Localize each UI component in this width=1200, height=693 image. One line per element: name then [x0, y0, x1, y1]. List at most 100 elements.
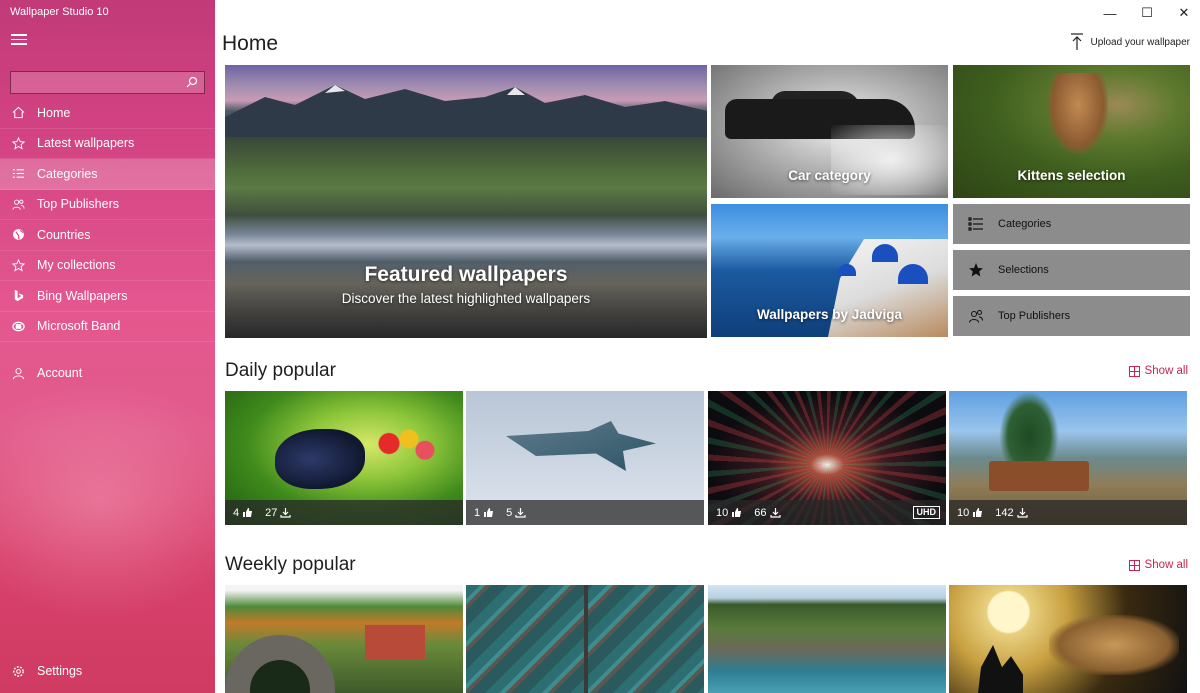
person-icon — [0, 367, 37, 380]
categories-button-label: Categories — [998, 218, 1052, 230]
sidebar-item-label: Home — [37, 105, 71, 120]
show-all-label: Show all — [1144, 559, 1188, 571]
settings-section: Settings — [0, 656, 215, 687]
band-icon — [0, 320, 37, 333]
people-icon — [0, 198, 37, 211]
thumbs-up-icon — [973, 508, 983, 517]
halloween-image — [1049, 615, 1179, 675]
featured-title: Featured wallpapers — [364, 263, 568, 286]
sidebar-item-top-publishers[interactable]: Top Publishers — [0, 190, 215, 220]
star-outline-icon — [0, 136, 37, 150]
close-button[interactable]: ✕ — [1164, 0, 1200, 26]
sidebar-item-bing-wallpapers[interactable]: Bing Wallpapers — [0, 281, 215, 312]
butterfly-image — [275, 429, 365, 489]
weekly-show-all-link[interactable]: Show all — [1128, 559, 1188, 571]
sidebar-item-label: Categories — [37, 166, 98, 181]
sidebar-item-label: Latest wallpapers — [37, 136, 135, 151]
page-title: Home — [222, 32, 279, 55]
sidebar-item-latest-wallpapers[interactable]: Latest wallpapers — [0, 129, 215, 159]
wallpaper-card-butterfly[interactable]: 4 27 — [225, 391, 463, 525]
wallpaper-card-halloween[interactable] — [949, 585, 1187, 693]
upload-wallpaper-button[interactable]: Upload your wallpaper — [1070, 33, 1190, 51]
sidebar-item-label: Settings — [37, 664, 83, 679]
sidebar-item-my-collections[interactable]: My collections — [0, 251, 215, 281]
kittens-selection-tile[interactable]: Kittens selection — [953, 65, 1190, 198]
car-category-tile[interactable]: Car category — [711, 65, 948, 198]
list-icon — [953, 216, 998, 232]
jadviga-title: Wallpapers by Jadviga — [756, 307, 903, 322]
sidebar-item-label: My collections — [37, 258, 116, 273]
kitten-image — [1048, 73, 1108, 153]
list-icon — [0, 167, 37, 180]
search-icon[interactable] — [186, 76, 198, 88]
selections-button-label: Selections — [998, 264, 1049, 276]
downloads-count: 5 — [506, 507, 526, 519]
thumbs-up-icon — [243, 508, 253, 517]
top-publishers-button[interactable]: Top Publishers — [953, 296, 1190, 336]
sidebar-item-countries[interactable]: Countries — [0, 220, 215, 251]
wallpaper-card-wood[interactable] — [466, 585, 704, 693]
upload-icon — [1071, 33, 1084, 50]
hamburger-menu-icon[interactable] — [11, 34, 27, 48]
likes-count: 10 — [957, 507, 983, 519]
show-all-label: Show all — [1144, 365, 1188, 377]
globe-icon — [0, 228, 37, 241]
sidebar-item-microsoft-band[interactable]: Microsoft Band — [0, 312, 215, 342]
card-stats-bar: 10 66 — [708, 500, 946, 525]
sidebar-item-label: Account — [37, 366, 83, 381]
star-filled-icon — [953, 262, 998, 278]
daily-show-all-link[interactable]: Show all — [1128, 365, 1188, 377]
wallpaper-card-lights[interactable]: 10 66 UHD — [708, 391, 946, 525]
gear-icon — [0, 665, 37, 678]
sidebar-item-label: Countries — [37, 227, 91, 242]
grid-icon — [1128, 365, 1140, 377]
thumbs-up-icon — [732, 508, 742, 517]
featured-subtitle: Discover the latest highlighted wallpape… — [341, 291, 591, 306]
car-category-title: Car category — [788, 168, 871, 183]
selections-button[interactable]: Selections — [953, 250, 1190, 290]
upload-label: Upload your wallpaper — [1090, 36, 1190, 48]
download-icon — [515, 508, 526, 518]
download-icon — [1017, 508, 1028, 518]
sidebar-item-label: Top Publishers — [37, 197, 119, 212]
sidebar: Wallpaper Studio 10 Home Latest wallpape… — [0, 0, 215, 693]
sidebar-item-home[interactable]: Home — [0, 98, 215, 129]
people-icon — [953, 308, 998, 324]
bridge-image — [225, 635, 335, 693]
minimize-button[interactable]: — — [1090, 0, 1130, 26]
uhd-badge: UHD — [912, 506, 940, 519]
home-icon — [0, 106, 37, 119]
download-icon — [769, 508, 781, 518]
top-publishers-button-label: Top Publishers — [998, 310, 1071, 322]
categories-button[interactable]: Categories — [953, 204, 1190, 244]
likes-count: 1 — [474, 507, 494, 519]
mountain-image — [225, 85, 707, 137]
likes-count: 4 — [233, 507, 253, 519]
app-title: Wallpaper Studio 10 — [10, 6, 109, 18]
sidebar-item-categories[interactable]: Categories — [0, 159, 215, 190]
grid-icon — [1128, 559, 1140, 571]
downloads-count: 66 — [754, 507, 781, 519]
daily-popular-title: Daily popular — [225, 360, 336, 381]
sidebar-item-account[interactable]: Account — [0, 358, 215, 389]
jet-image — [506, 421, 656, 471]
jadviga-tile[interactable]: Wallpapers by Jadviga — [711, 204, 948, 337]
wallpaper-card-lake[interactable]: 10 142 — [949, 391, 1187, 525]
wallpaper-card-bridge[interactable] — [225, 585, 463, 693]
sidebar-nav: Home Latest wallpapers Categories Top Pu… — [0, 98, 215, 342]
wallpaper-card-cliffs[interactable] — [708, 585, 946, 693]
card-stats-bar: 4 27 — [225, 500, 463, 525]
card-stats-bar: 1 5 — [466, 500, 704, 525]
downloads-count: 142 — [995, 507, 1028, 519]
kittens-selection-title: Kittens selection — [1017, 168, 1126, 183]
weekly-popular-title: Weekly popular — [225, 554, 356, 575]
card-stats-bar: 10 142 — [949, 500, 1187, 525]
wallpaper-card-jet[interactable]: 1 5 — [466, 391, 704, 525]
star-outline-icon — [0, 258, 37, 272]
sidebar-item-label: Microsoft Band — [37, 319, 121, 334]
featured-wallpapers-tile[interactable]: Featured wallpapers Discover the latest … — [225, 65, 707, 338]
maximize-button[interactable]: ☐ — [1127, 0, 1167, 26]
search-input[interactable] — [11, 72, 181, 93]
sidebar-item-settings[interactable]: Settings — [0, 656, 215, 687]
bing-icon — [0, 289, 37, 302]
